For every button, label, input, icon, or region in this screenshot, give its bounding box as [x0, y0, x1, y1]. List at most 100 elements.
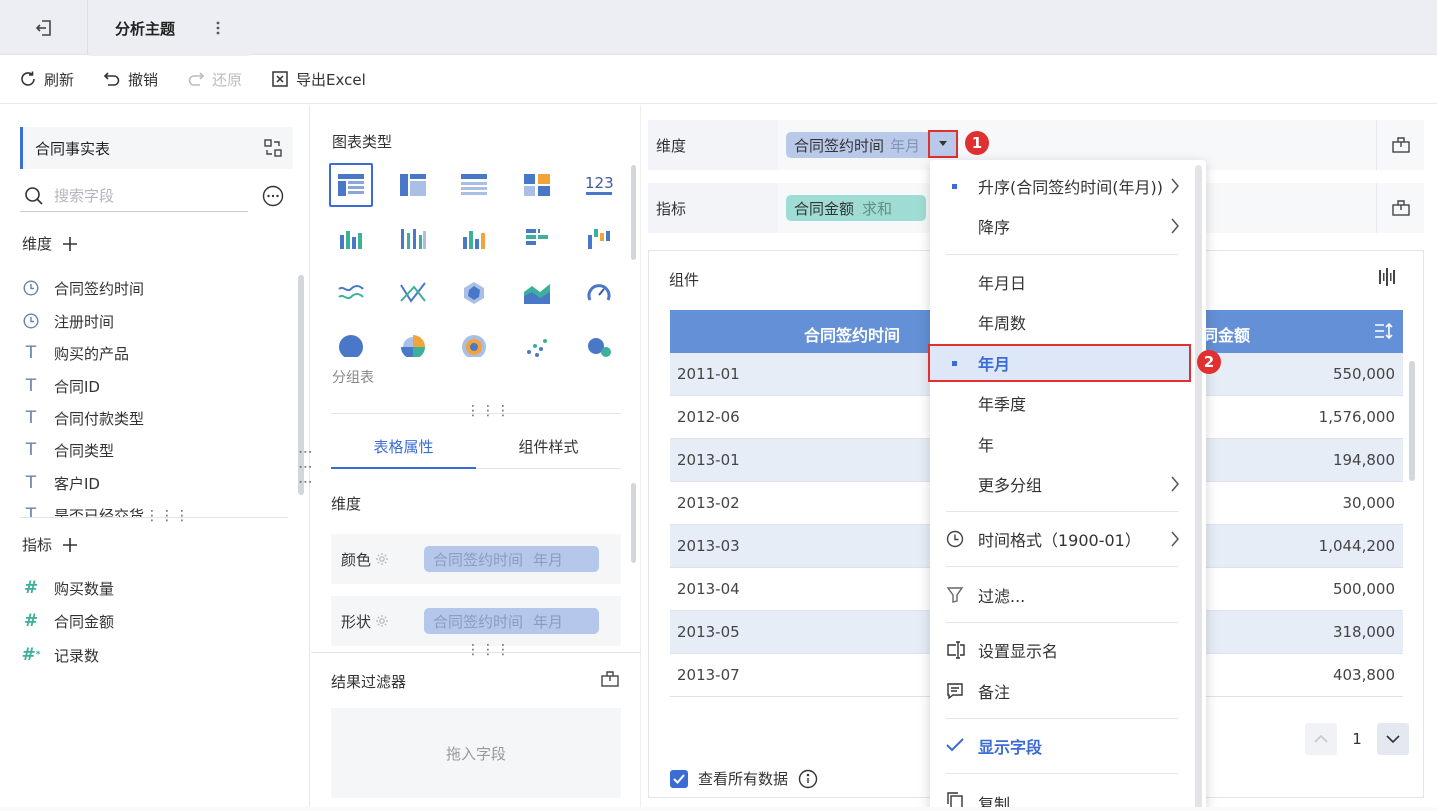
- dimension-field[interactable]: T 购买的产品: [22, 339, 129, 367]
- measure-field[interactable]: # 合同金额: [22, 607, 114, 635]
- menu-group-ymd[interactable]: 年月日: [930, 262, 1192, 302]
- tab-more-icon[interactable]: [210, 18, 226, 38]
- chart-type-kpi-card[interactable]: [515, 163, 559, 207]
- properties-scrollbar[interactable]: [631, 483, 636, 563]
- table-scrollbar[interactable]: [1409, 361, 1415, 481]
- add-measure-icon[interactable]: [62, 537, 78, 553]
- cell-amount: 403,800: [1332, 666, 1395, 684]
- chart-type-stacked-bar[interactable]: [391, 217, 435, 261]
- dimension-field[interactable]: T 合同类型: [22, 436, 114, 464]
- radar-icon: [464, 282, 484, 304]
- menu-group-year[interactable]: 年: [930, 424, 1192, 464]
- prev-page-button[interactable]: [1305, 723, 1337, 755]
- chip-field: 合同签约时间: [433, 612, 524, 631]
- menu-time-format[interactable]: 时间格式（1900-01）: [930, 519, 1192, 559]
- chart-type-rose[interactable]: [391, 325, 435, 357]
- resize-handle[interactable]: ⋮⋮⋮: [466, 643, 511, 657]
- menu-more-groups[interactable]: 更多分组: [930, 464, 1192, 504]
- shape-property-row: 形状 合同签约时间 年月: [331, 596, 621, 646]
- chart-type-bar[interactable]: [515, 217, 559, 261]
- chart-type-waterfall[interactable]: [577, 217, 621, 261]
- dimension-field[interactable]: T 合同付款类型: [22, 404, 144, 432]
- panel-resize-handle[interactable]: ⋮⋮⋮: [297, 445, 313, 490]
- measure-field[interactable]: # * 记录数: [22, 641, 100, 669]
- chevron-right-icon: [1171, 178, 1179, 194]
- chart-type-radar-line[interactable]: [391, 271, 435, 315]
- measure-shelf-settings[interactable]: [1376, 183, 1424, 233]
- tab-component-style[interactable]: 组件样式: [476, 425, 621, 469]
- export-excel-button[interactable]: 导出Excel: [270, 67, 366, 91]
- undo-button[interactable]: 撤销: [102, 67, 158, 91]
- pagination: 1: [1305, 723, 1409, 755]
- bubble-icon: [588, 338, 611, 357]
- view-all-label: 查看所有数据: [698, 770, 789, 788]
- check-icon: [673, 773, 685, 784]
- chart-type-boxplot[interactable]: [329, 217, 373, 261]
- undo-icon: [103, 72, 120, 86]
- next-page-button[interactable]: [1377, 723, 1409, 755]
- info-icon[interactable]: [798, 769, 818, 789]
- chart-type-scatter[interactable]: [515, 325, 559, 357]
- resize-handle[interactable]: ⋮⋮⋮: [466, 404, 511, 418]
- exit-button[interactable]: [0, 0, 88, 55]
- chart-type-grouped-table[interactable]: [329, 163, 373, 207]
- settings-icon[interactable]: [375, 614, 389, 628]
- column-header-date[interactable]: 合同签约时间: [804, 322, 900, 346]
- menu-group-year-month[interactable]: 年月: [928, 344, 1191, 382]
- undo-label: 撤销: [128, 70, 159, 89]
- redo-button[interactable]: 还原: [186, 67, 242, 91]
- chart-type-column[interactable]: [452, 217, 496, 261]
- cell-date: 2012-06: [677, 408, 740, 426]
- measure-field[interactable]: # 购买数量: [22, 574, 114, 602]
- chart-type-line[interactable]: [329, 271, 373, 315]
- barcode-icon[interactable]: [1379, 268, 1397, 286]
- chart-type-area[interactable]: [515, 271, 559, 315]
- grouped-table-icon: [338, 174, 364, 196]
- filter-drop-zone[interactable]: 拖入字段: [331, 708, 621, 798]
- kpi-card-icon: [524, 174, 550, 196]
- chart-type-scrollbar[interactable]: [631, 165, 636, 260]
- sort-icon[interactable]: [1374, 322, 1394, 340]
- chart-type-cross-table[interactable]: [391, 163, 435, 207]
- menu-sort-ascending[interactable]: 升序(合同签约时间(年月)): [930, 166, 1192, 206]
- dimension-field[interactable]: T 客户ID: [22, 469, 100, 497]
- menu-sort-descending[interactable]: 降序: [930, 206, 1192, 246]
- resize-handle[interactable]: ⋮⋮⋮: [145, 509, 190, 523]
- menu-group-year-quarter[interactable]: 年季度: [930, 383, 1192, 423]
- chart-type-radar[interactable]: [452, 271, 496, 315]
- chevron-down-icon: [1386, 735, 1400, 743]
- dimension-field[interactable]: T 是否已经交货: [22, 501, 144, 517]
- chart-type-detail-table[interactable]: [452, 163, 496, 207]
- step-marker-2: 2: [1197, 350, 1221, 374]
- dimension-dropdown-button[interactable]: [928, 130, 958, 158]
- settings-icon[interactable]: [375, 552, 389, 566]
- view-all-checkbox[interactable]: [670, 769, 688, 788]
- filter-settings-icon[interactable]: [600, 669, 620, 689]
- menu-group-year-week[interactable]: 年周数: [930, 302, 1192, 342]
- menu-note[interactable]: 备注: [930, 671, 1192, 711]
- chart-type-bubble[interactable]: [577, 325, 621, 357]
- menu-filter[interactable]: 过滤...: [930, 575, 1192, 615]
- dimension-field[interactable]: T 合同ID: [22, 372, 100, 400]
- chart-type-number[interactable]: 123: [577, 163, 621, 207]
- tab-label: 组件样式: [518, 438, 579, 456]
- chart-type-pie[interactable]: [329, 325, 373, 357]
- refresh-button[interactable]: 刷新: [18, 67, 74, 91]
- dimension-field[interactable]: 注册时间: [22, 307, 114, 335]
- menu-scrollbar[interactable]: [1195, 165, 1202, 811]
- tab-table-properties[interactable]: 表格属性: [331, 425, 476, 469]
- measure-chip[interactable]: 合同金额 求和: [786, 195, 926, 221]
- field-panel: 合同事实表 维度 合同签约时间 注册时间 T 购买的产品 T 合同ID: [0, 105, 313, 811]
- dimension-chip[interactable]: 合同签约时间 年月: [786, 132, 932, 158]
- menu-set-display-name[interactable]: 设置显示名: [930, 630, 1192, 670]
- menu-label: 过滤...: [978, 587, 1026, 606]
- color-field-chip[interactable]: 合同签约时间 年月: [424, 546, 599, 572]
- field-label: 合同金额: [54, 612, 115, 631]
- chart-type-gauge[interactable]: [577, 271, 621, 315]
- dimension-field[interactable]: 合同签约时间: [22, 274, 144, 302]
- dimension-shelf-settings[interactable]: [1376, 120, 1424, 170]
- shape-field-chip[interactable]: 合同签约时间 年月: [424, 608, 599, 634]
- cell-date: 2013-07: [677, 666, 740, 684]
- chart-type-sunburst[interactable]: [452, 325, 496, 357]
- menu-show-field[interactable]: 显示字段: [930, 726, 1192, 766]
